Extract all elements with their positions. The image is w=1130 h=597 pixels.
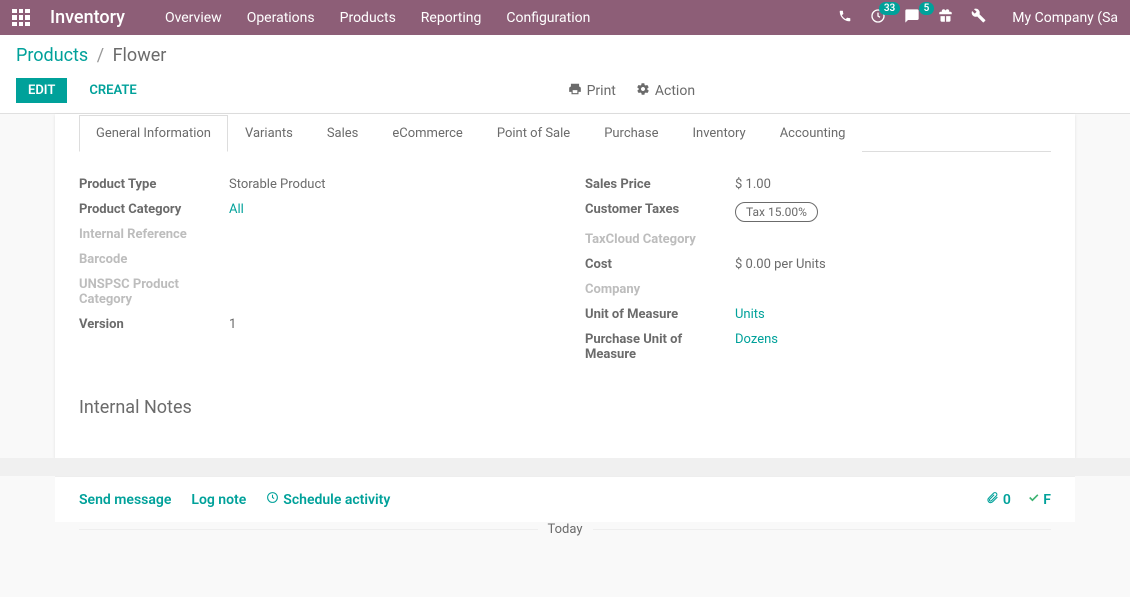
tab-general-information[interactable]: General Information: [79, 115, 228, 152]
customer-taxes-value: Tax 15.00%: [735, 202, 818, 222]
breadcrumb-current: Flower: [113, 45, 167, 66]
send-message-button[interactable]: Send message: [79, 492, 171, 508]
systray: 33 5 My Company (Sa: [838, 8, 1118, 28]
customer-taxes-label: Customer Taxes: [585, 202, 735, 222]
form-sheet: General Information Variants Sales eComm…: [55, 114, 1075, 458]
today-separator: Today: [55, 522, 1075, 537]
right-column: Sales Price $ 1.00 Customer Taxes Tax 15…: [585, 172, 1051, 367]
breadcrumb: Products / Flower: [16, 45, 1114, 66]
gift-icon[interactable]: [938, 8, 953, 27]
barcode-label: Barcode: [79, 252, 229, 267]
clock-icon: [266, 491, 279, 508]
edit-button[interactable]: EDIT: [16, 78, 67, 103]
paperclip-icon: [986, 492, 1002, 508]
unspsc-value: [229, 277, 545, 307]
apps-icon[interactable]: [12, 9, 30, 27]
left-column: Product Type Storable Product Product Ca…: [79, 172, 545, 367]
tab-inventory[interactable]: Inventory: [675, 115, 762, 152]
product-category-label: Product Category: [79, 202, 229, 217]
puom-value[interactable]: Dozens: [735, 332, 778, 347]
tab-sales[interactable]: Sales: [310, 115, 376, 152]
schedule-activity-label: Schedule activity: [283, 492, 390, 508]
menu-configuration[interactable]: Configuration: [506, 10, 590, 26]
print-icon: [568, 82, 582, 100]
company-name[interactable]: My Company (Sa: [1012, 10, 1118, 26]
activities-badge: 33: [879, 2, 900, 15]
log-note-button[interactable]: Log note: [191, 492, 246, 508]
chatter-bar: Send message Log note Schedule activity …: [55, 476, 1075, 522]
tab-variants[interactable]: Variants: [228, 115, 310, 152]
sales-price-label: Sales Price: [585, 177, 735, 192]
company-value: [735, 282, 1051, 297]
cost-value: $ 0.00 per Units: [735, 257, 1051, 272]
uom-value[interactable]: Units: [735, 307, 765, 322]
taxcloud-value: [735, 232, 1051, 247]
check-icon: [1027, 492, 1043, 508]
breadcrumb-sep: /: [97, 45, 104, 66]
brand-title: Inventory: [50, 7, 125, 28]
tab-purchase[interactable]: Purchase: [587, 115, 675, 152]
print-label: Print: [587, 83, 616, 99]
print-button[interactable]: Print: [568, 82, 616, 100]
discuss-icon[interactable]: 5: [904, 8, 920, 28]
tab-accounting[interactable]: Accounting: [763, 115, 863, 152]
menu-operations[interactable]: Operations: [247, 10, 315, 26]
taxcloud-label: TaxCloud Category: [585, 232, 735, 247]
company-label: Company: [585, 282, 735, 297]
unspsc-label: UNSPSC Product Category: [79, 277, 229, 307]
menu-products[interactable]: Products: [340, 10, 396, 26]
discuss-badge: 5: [919, 2, 935, 15]
product-type-label: Product Type: [79, 177, 229, 192]
uom-label: Unit of Measure: [585, 307, 735, 322]
sales-price-value: $ 1.00: [735, 177, 1051, 192]
version-label: Version: [79, 317, 229, 332]
activities-icon[interactable]: 33: [870, 8, 886, 28]
internal-reference-label: Internal Reference: [79, 227, 229, 242]
menu-overview[interactable]: Overview: [165, 10, 222, 26]
attachments-count[interactable]: 0: [986, 491, 1010, 508]
tabs: General Information Variants Sales eComm…: [79, 114, 1051, 152]
action-button[interactable]: Action: [636, 82, 695, 100]
breadcrumb-parent[interactable]: Products: [16, 45, 88, 66]
top-nav: Inventory Overview Operations Products R…: [0, 0, 1130, 35]
puom-label: Purchase Unit of Measure: [585, 332, 735, 362]
tools-icon[interactable]: [971, 8, 986, 27]
cost-label: Cost: [585, 257, 735, 272]
product-type-value: Storable Product: [229, 177, 545, 192]
menu-reporting[interactable]: Reporting: [421, 10, 482, 26]
internal-reference-value: [229, 227, 545, 242]
action-label: Action: [655, 83, 695, 99]
today-label: Today: [538, 522, 593, 537]
main-menu: Overview Operations Products Reporting C…: [165, 10, 590, 26]
product-category-value[interactable]: All: [229, 202, 244, 217]
phone-icon[interactable]: [838, 9, 852, 27]
barcode-value: [229, 252, 545, 267]
follow-button[interactable]: F: [1027, 491, 1051, 508]
control-panel: Products / Flower EDIT CREATE Print Acti…: [0, 35, 1130, 114]
tab-point-of-sale[interactable]: Point of Sale: [480, 115, 587, 152]
version-value: 1: [229, 317, 545, 332]
schedule-activity-button[interactable]: Schedule activity: [266, 491, 390, 508]
gear-icon: [636, 82, 650, 100]
create-button[interactable]: CREATE: [77, 78, 148, 103]
tab-ecommerce[interactable]: eCommerce: [375, 115, 479, 152]
internal-notes-title: Internal Notes: [79, 397, 1051, 418]
